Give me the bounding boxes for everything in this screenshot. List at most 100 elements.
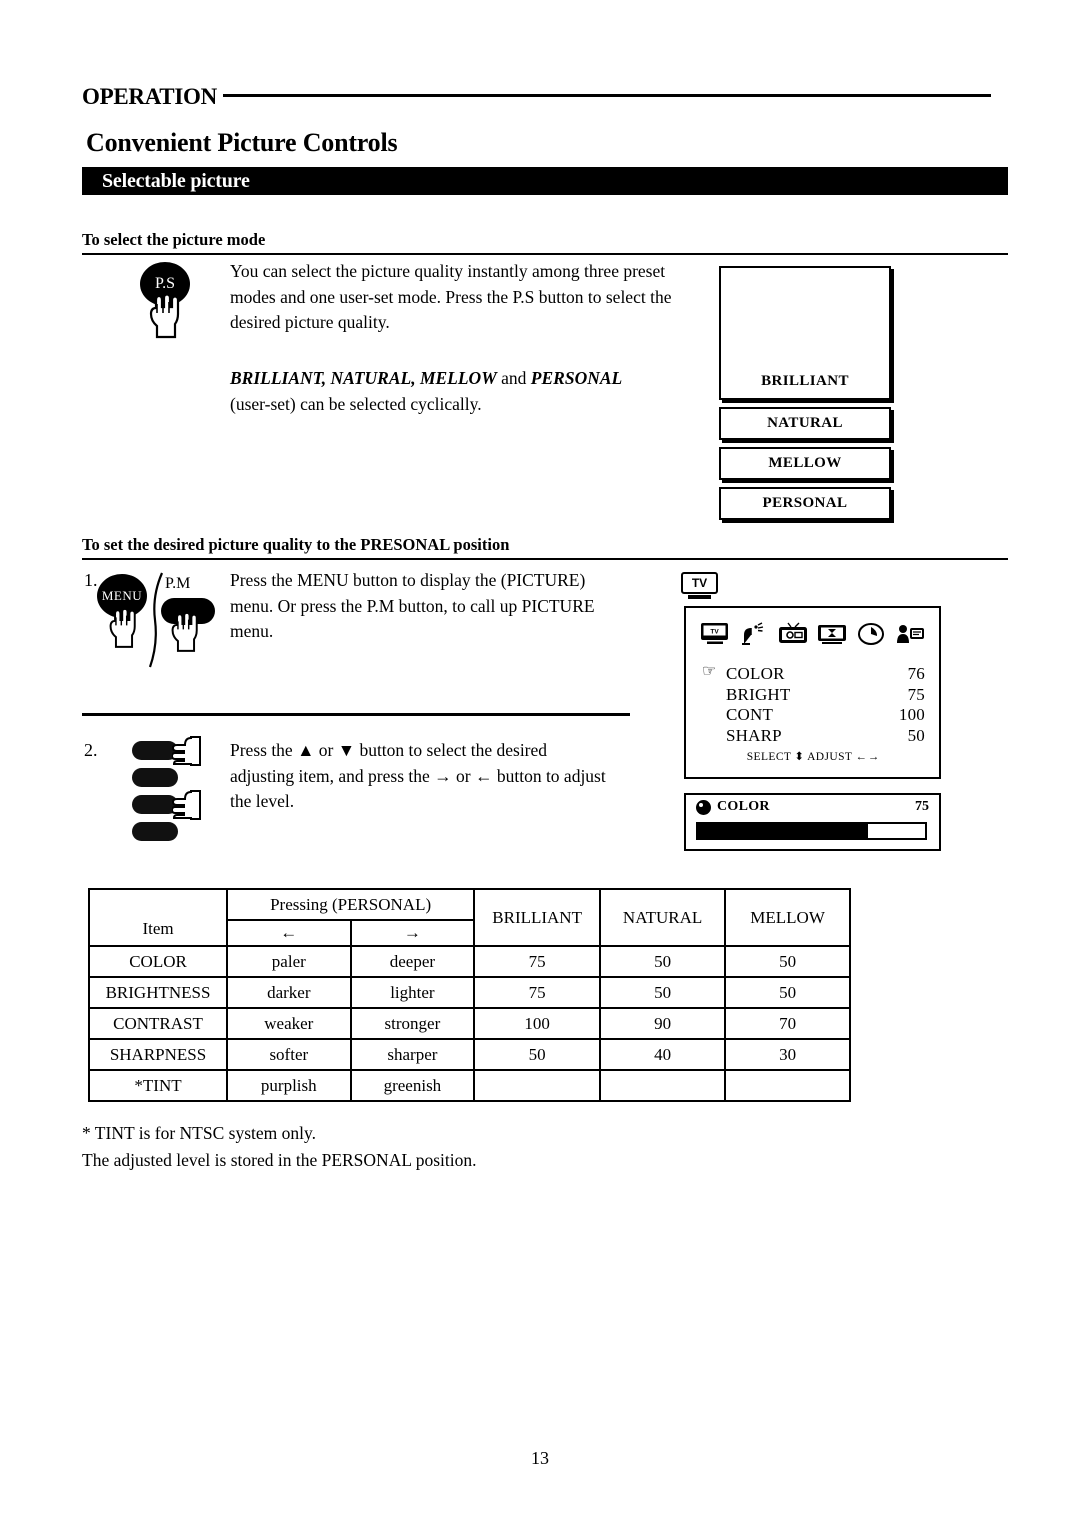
- footnote-tint: * TINT is for NTSC system only.: [82, 1123, 316, 1143]
- ps-button-illustration: P.S: [130, 262, 200, 342]
- table-row: BRIGHTNESS darker lighter 75 50 50: [87, 976, 851, 1009]
- osd-footer-adjust-label: ADJUST: [807, 751, 853, 763]
- mode-names-bold: BRILLIANT, NATURAL, MELLOW: [230, 368, 497, 388]
- slider-fill: [698, 824, 869, 838]
- cell-item: CONTRAST: [87, 1007, 229, 1040]
- step-2-part-b: or: [314, 740, 338, 760]
- footnote-personal: The adjusted level is stored in the PERS…: [82, 1150, 477, 1170]
- hourglass-icon[interactable]: [817, 622, 847, 646]
- cell-natural: 50: [599, 976, 727, 1009]
- osd-item-value: 100: [898, 705, 925, 724]
- osd-color-slider-box: COLOR 75: [684, 793, 941, 851]
- pressing-hand-icon: [149, 294, 180, 339]
- osd-footer-hints: SELECT ⬍ ADJUST ← →: [686, 749, 939, 763]
- section-bar-label: Selectable picture: [102, 170, 250, 192]
- section-bar: Selectable picture: [82, 167, 1008, 195]
- osd-item-value: 50: [907, 725, 925, 745]
- slider-value: 75: [915, 799, 929, 814]
- cell-right: lighter: [349, 976, 476, 1009]
- pressing-hand-icon-right-1: [172, 736, 201, 766]
- down-arrow-icon: ▼: [337, 740, 356, 760]
- osd-footer-select-label: SELECT: [746, 751, 792, 763]
- cell-mellow: 50: [724, 945, 851, 978]
- cell-mellow: 50: [724, 976, 851, 1009]
- cell-left: softer: [226, 1038, 352, 1071]
- mode-box-mellow-label: MELLOW: [768, 455, 842, 471]
- cell-mellow: 70: [724, 1007, 851, 1040]
- header-rule: [222, 93, 991, 97]
- subheading-personal-position: To set the desired picture quality to th…: [82, 535, 1008, 560]
- pm-button-label: P.M: [165, 575, 191, 592]
- mode-box-brilliant: BRILLIANT: [719, 266, 891, 400]
- slider-label: COLOR: [717, 799, 770, 814]
- mode-names-conjunction: and: [496, 368, 531, 388]
- tv-icon[interactable]: TV: [700, 622, 730, 646]
- cell-mellow: [724, 1069, 851, 1102]
- picture-settings-table: Item Pressing (PERSONAL) BRILLIANT NATUR…: [87, 888, 851, 1102]
- paragraph-mode-names: BRILLIANT, NATURAL, MELLOW and PERSONAL: [230, 366, 700, 392]
- mode-box-natural-label: NATURAL: [767, 415, 843, 431]
- osd-row-color[interactable]: COLOR 76: [702, 662, 925, 685]
- cell-right: stronger: [349, 1007, 476, 1040]
- subheading-select-picture-mode: To select the picture mode: [82, 230, 1008, 255]
- paragraph-cyclic: (user-set) can be selected cyclically.: [230, 394, 482, 414]
- mode-names-bold2: PERSONAL: [530, 368, 623, 388]
- osd-item-label: BRIGHT: [726, 684, 791, 704]
- cell-left: weaker: [226, 1007, 352, 1040]
- step-2-text: Press the ▲ or ▼ button to select the de…: [230, 738, 610, 815]
- cell-right: deeper: [349, 945, 476, 978]
- cell-natural: 50: [599, 945, 727, 978]
- table-row: SHARPNESS softer sharper 50 40 30: [87, 1038, 851, 1071]
- osd-item-label: CONT: [726, 705, 774, 724]
- osd-item-list: COLOR 76 BRIGHT 75 CONT 100 SHARP 50: [702, 662, 925, 747]
- table-head: Item Pressing (PERSONAL) BRILLIANT NATUR…: [87, 888, 851, 947]
- cell-item: BRIGHTNESS: [87, 976, 229, 1009]
- osd-row-bright[interactable]: BRIGHT 75: [704, 685, 925, 706]
- picture-icon[interactable]: [778, 622, 808, 646]
- cell-brilliant: 75: [473, 945, 602, 978]
- svg-text:TV: TV: [710, 629, 719, 636]
- cell-brilliant: 50: [473, 1038, 602, 1071]
- satellite-dish-icon[interactable]: [739, 622, 769, 646]
- picture-mode-box-stack: BRILLIANT NATURAL MELLOW PERSONAL: [719, 266, 891, 520]
- osd-item-value: 76: [907, 664, 925, 683]
- osd-row-cont[interactable]: CONT 100: [704, 705, 925, 726]
- step-divider-rule: [82, 713, 630, 716]
- mode-box-brilliant-label: BRILLIANT: [761, 373, 849, 389]
- slider-header: COLOR 75: [696, 799, 929, 815]
- table-row: COLOR paler deeper 75 50 50: [87, 945, 851, 978]
- teletext-icon[interactable]: [895, 622, 925, 646]
- cell-left: darker: [226, 976, 352, 1009]
- cell-brilliant: 100: [473, 1007, 602, 1040]
- cell-natural: 90: [599, 1007, 727, 1040]
- table-header-right-arrow-icon: →: [349, 919, 476, 947]
- osd-row-sharp[interactable]: SHARP 50: [704, 726, 925, 747]
- step-2-part-a: Press the: [230, 740, 298, 760]
- slider-track[interactable]: [696, 822, 927, 840]
- table-header-left-arrow-icon: ←: [226, 919, 352, 947]
- table-row: CONTRAST weaker stronger 100 90 70: [87, 1007, 851, 1040]
- cell-natural: 40: [599, 1038, 727, 1071]
- brace-divider-icon: [148, 572, 164, 668]
- pressing-hand-icon-pm: [171, 612, 198, 652]
- table-header-mellow: MELLOW: [724, 888, 851, 947]
- cell-mellow: 30: [724, 1038, 851, 1071]
- left-arrow-icon: ←: [474, 765, 493, 786]
- paragraph-select-mode: You can select the picture quality insta…: [230, 261, 672, 332]
- footnotes: * TINT is for NTSC system only. The adju…: [82, 1120, 782, 1174]
- cell-natural: [599, 1069, 727, 1102]
- button-pill-4: [132, 822, 178, 841]
- up-arrow-icon: ▲: [297, 740, 315, 760]
- step-1-text: Press the MENU button to display the (PI…: [230, 570, 595, 641]
- cell-brilliant: 75: [473, 976, 602, 1009]
- clock-icon[interactable]: [856, 622, 886, 646]
- page-title: Convenient Picture Controls: [86, 128, 398, 157]
- cell-right: greenish: [349, 1069, 476, 1102]
- osd-item-label: SHARP: [726, 725, 782, 745]
- osd-icon-row: TV: [694, 618, 931, 650]
- adjust-leftright-arrows-icon: ← →: [855, 751, 879, 763]
- tv-badge-icon: TV: [681, 572, 718, 594]
- pressing-hand-icon-right-2: [172, 790, 201, 820]
- table-body: COLOR paler deeper 75 50 50 BRIGHTNESS d…: [87, 945, 851, 1102]
- pressing-hand-icon-menu: [109, 608, 136, 648]
